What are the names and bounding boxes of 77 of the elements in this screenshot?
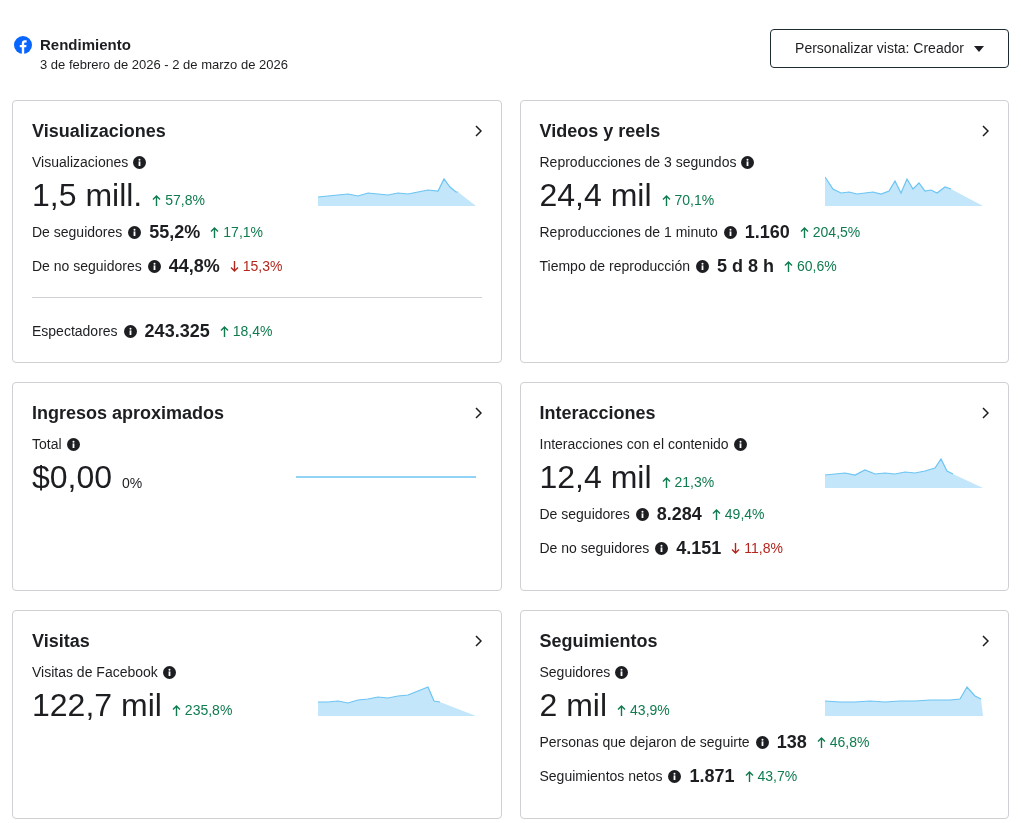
change-percent: 11,8% <box>744 538 783 558</box>
metric-label: Reproducciones de 3 segundos <box>539 153 737 172</box>
info-icon[interactable] <box>128 225 142 239</box>
row-value: 55,2% <box>149 220 201 244</box>
chevron-right-icon[interactable] <box>474 407 482 419</box>
change-percent: 204,5% <box>812 222 861 242</box>
row-label: Personas que dejaron de seguirte <box>539 732 750 752</box>
change-percent: 17,1% <box>223 222 264 242</box>
change-percent: 235,8% <box>184 701 233 720</box>
metric-value: 1,5 mill. <box>32 176 143 215</box>
change-percent: 18,4% <box>232 322 273 341</box>
info-icon[interactable] <box>741 156 755 169</box>
row-label: Espectadores <box>32 322 118 341</box>
metric-value: 2 mil <box>539 686 608 725</box>
chevron-right-icon[interactable] <box>982 635 989 647</box>
row-value: 8.284 <box>656 502 702 526</box>
metric-label: Visualizaciones <box>32 153 129 172</box>
chevron-right-icon[interactable] <box>474 125 482 137</box>
card-title: Visitas <box>32 629 90 653</box>
page-title: Rendimiento <box>40 35 132 55</box>
chevron-right-icon[interactable] <box>982 125 989 137</box>
metric-value: 122,7 mil <box>32 686 162 725</box>
info-icon[interactable] <box>162 666 176 679</box>
info-icon[interactable] <box>723 225 737 239</box>
info-icon[interactable] <box>635 507 649 521</box>
change-percent: 21,3% <box>674 473 715 492</box>
row-value: 44,8% <box>168 254 220 278</box>
row-value: 4.151 <box>676 536 722 560</box>
change-percent: 43,7% <box>757 766 798 786</box>
info-icon[interactable] <box>695 259 709 273</box>
change-percent: 15,3% <box>242 256 283 276</box>
metric-label: Interacciones con el contenido <box>539 435 729 454</box>
info-icon[interactable] <box>66 438 80 451</box>
row-value: 138 <box>776 730 807 754</box>
info-icon[interactable] <box>147 259 161 273</box>
facebook-logo-icon <box>14 36 32 54</box>
info-icon[interactable] <box>755 735 769 749</box>
info-icon[interactable] <box>655 541 669 555</box>
info-icon[interactable] <box>733 438 747 451</box>
metric-label: Visitas de Facebook <box>32 663 158 682</box>
date-range: 3 de febrero de 2026 - 2 de marzo de 2026 <box>40 56 288 74</box>
metric-value: $0,00 <box>32 458 113 497</box>
change-percent: 49,4% <box>724 504 765 524</box>
row-label: De seguidores <box>539 504 630 524</box>
metric-value: 12,4 mil <box>539 458 652 497</box>
info-icon[interactable] <box>123 325 137 338</box>
card-title: Videos y reels <box>539 119 661 143</box>
row-value: 1.871 <box>689 764 735 788</box>
card-title: Ingresos aproximados <box>32 401 225 425</box>
row-label: Seguimientos netos <box>539 766 663 786</box>
row-label: De seguidores <box>32 222 123 242</box>
info-icon[interactable] <box>133 156 147 169</box>
caret-icon <box>973 45 984 52</box>
row-value: 1.160 <box>744 220 790 244</box>
row-label: Reproducciones de 1 minuto <box>539 222 718 242</box>
metric-label: Total <box>32 435 62 454</box>
change-percent: 57,8% <box>165 191 205 210</box>
change-percent: 0% <box>122 474 143 493</box>
row-label: Tiempo de reproducción <box>539 256 690 276</box>
row-label: De no seguidores <box>539 538 650 558</box>
card-title: Visualizaciones <box>32 119 166 143</box>
change-percent: 43,9% <box>630 701 670 720</box>
change-percent: 60,6% <box>796 256 837 276</box>
card-title: Interacciones <box>539 401 656 425</box>
chevron-right-icon[interactable] <box>982 407 989 419</box>
card-title: Seguimientos <box>539 629 658 653</box>
metric-value: 24,4 mil <box>539 176 652 215</box>
info-icon[interactable] <box>615 666 629 679</box>
info-icon[interactable] <box>668 769 682 783</box>
row-value: 5 d 8 h <box>716 254 774 278</box>
metric-label: Seguidores <box>539 663 611 682</box>
change-percent: 46,8% <box>829 732 870 752</box>
row-value: 243.325 <box>144 320 210 343</box>
customize-view-dropdown[interactable]: Personalizar vista: Creador <box>770 29 1009 68</box>
chevron-right-icon[interactable] <box>474 635 482 647</box>
row-label: De no seguidores <box>32 256 142 276</box>
change-percent: 70,1% <box>674 191 715 210</box>
